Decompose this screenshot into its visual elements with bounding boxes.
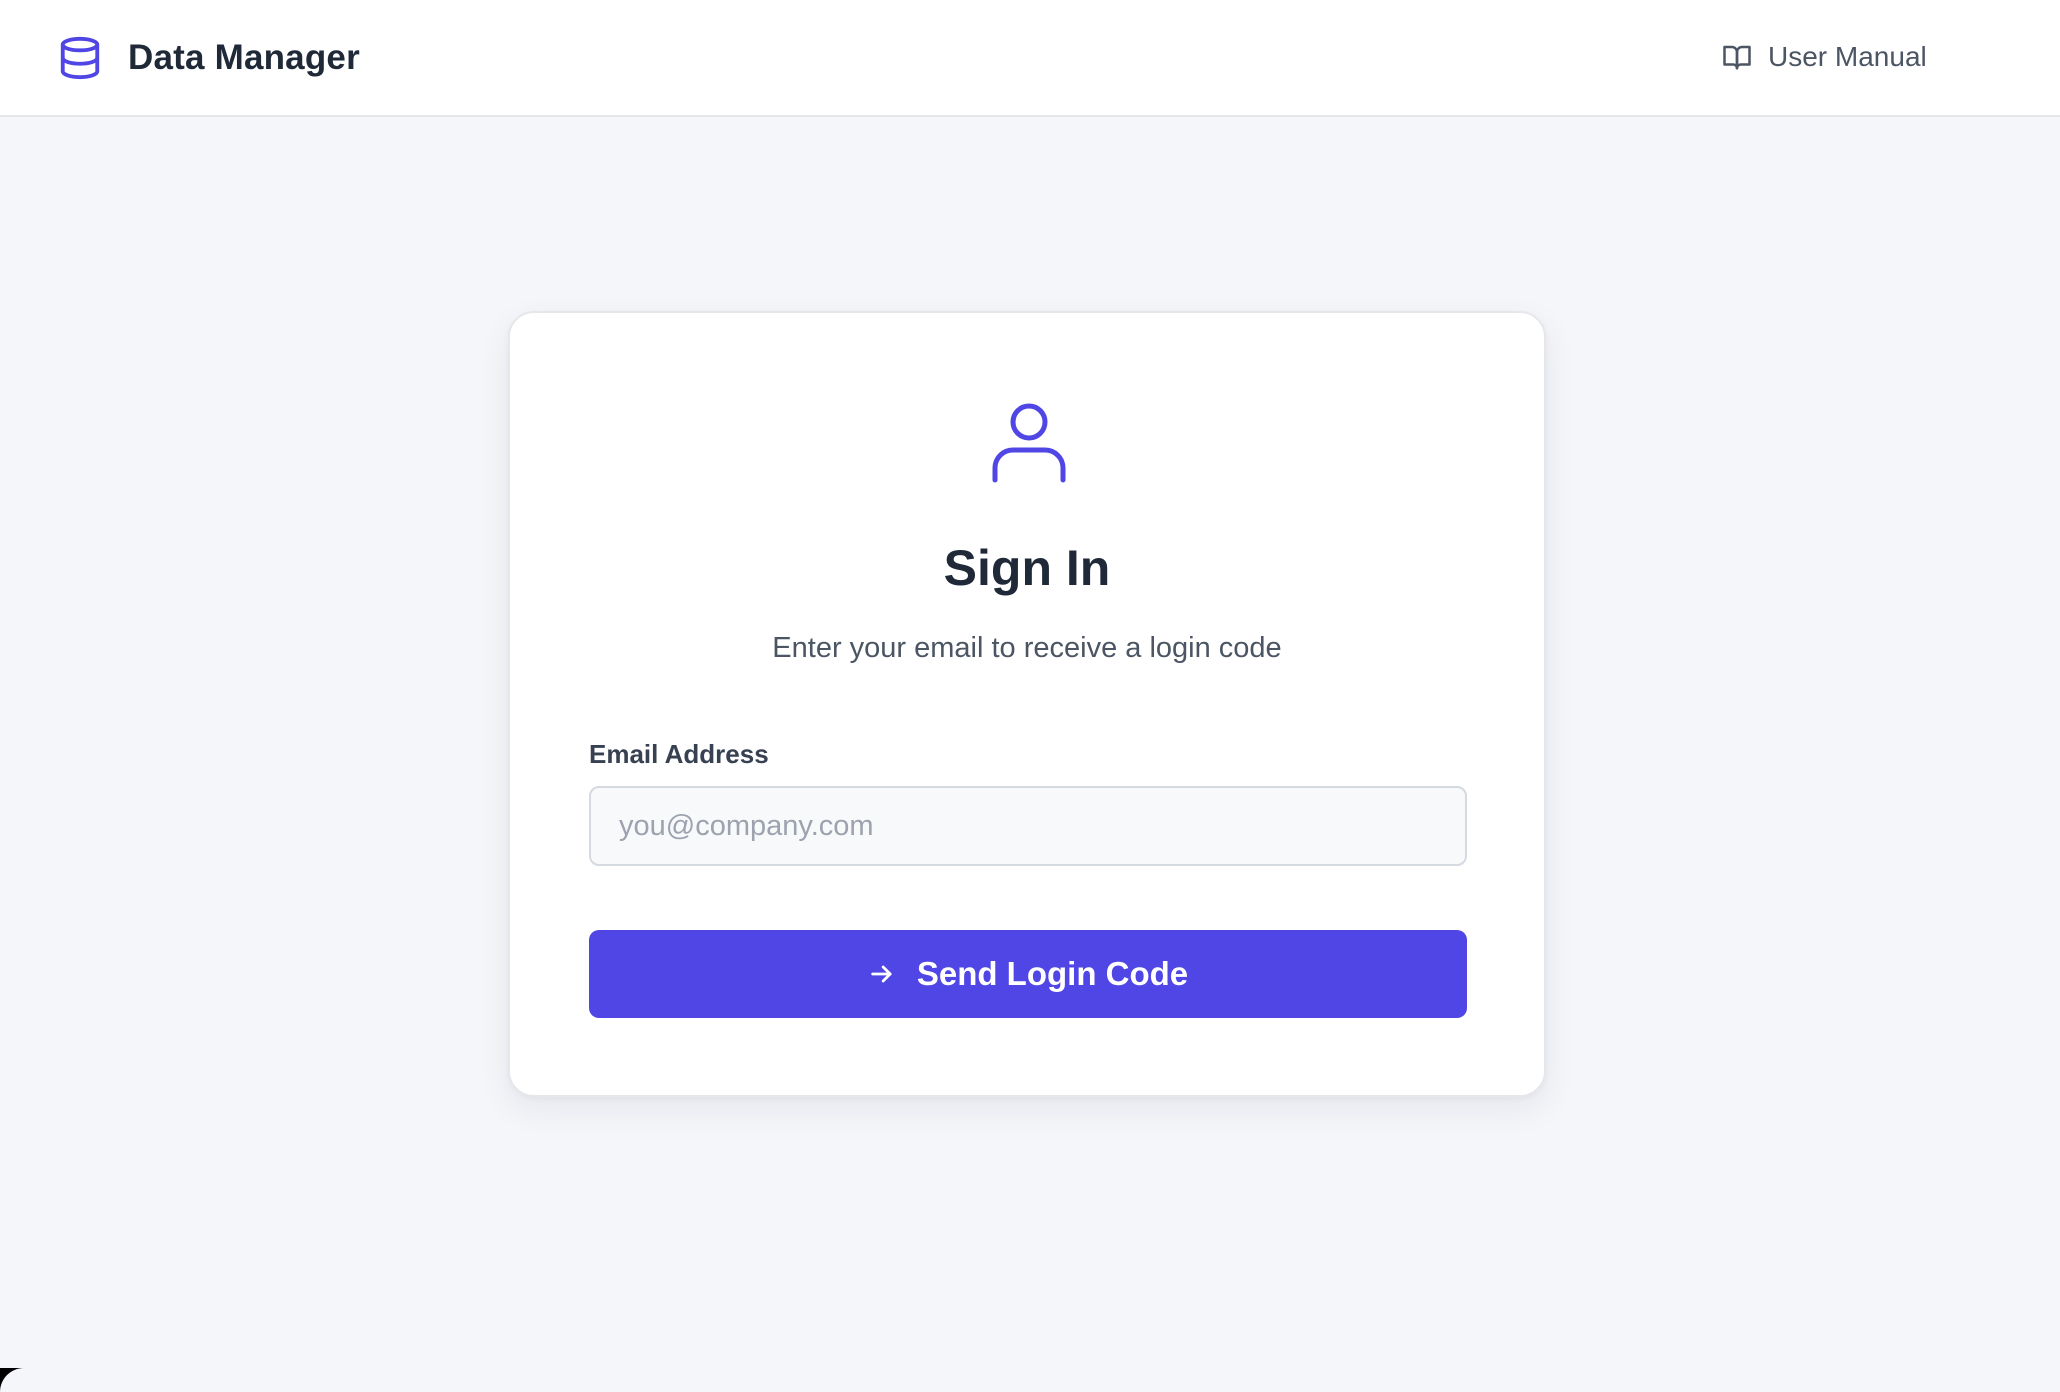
top-navbar: Data Manager User Manual: [0, 0, 2060, 117]
email-input[interactable]: [589, 786, 1467, 866]
app-title: Data Manager: [128, 38, 360, 77]
book-open-icon: [1723, 45, 1751, 70]
sign-in-subtitle: Enter your email to receive a login code: [772, 632, 1282, 664]
user-manual-link[interactable]: User Manual: [1722, 36, 1927, 78]
send-login-code-label: Send Login Code: [916, 955, 1189, 992]
send-login-code-button[interactable]: Send Login Code: [589, 930, 1467, 1018]
user-icon: [992, 403, 1066, 483]
arrow-right-icon: [871, 965, 892, 983]
sign-in-card: Sign In Enter your email to receive a lo…: [508, 311, 1546, 1097]
email-label: Email Address: [589, 739, 769, 769]
screen-corner: [0, 1368, 24, 1392]
brand: Data Manager: [57, 33, 360, 83]
user-manual-label: User Manual: [1768, 41, 1927, 72]
sign-in-title: Sign In: [943, 540, 1111, 596]
database-icon: [60, 36, 100, 80]
page: Data Manager User Manual Sign In Enter y…: [0, 0, 2060, 1392]
